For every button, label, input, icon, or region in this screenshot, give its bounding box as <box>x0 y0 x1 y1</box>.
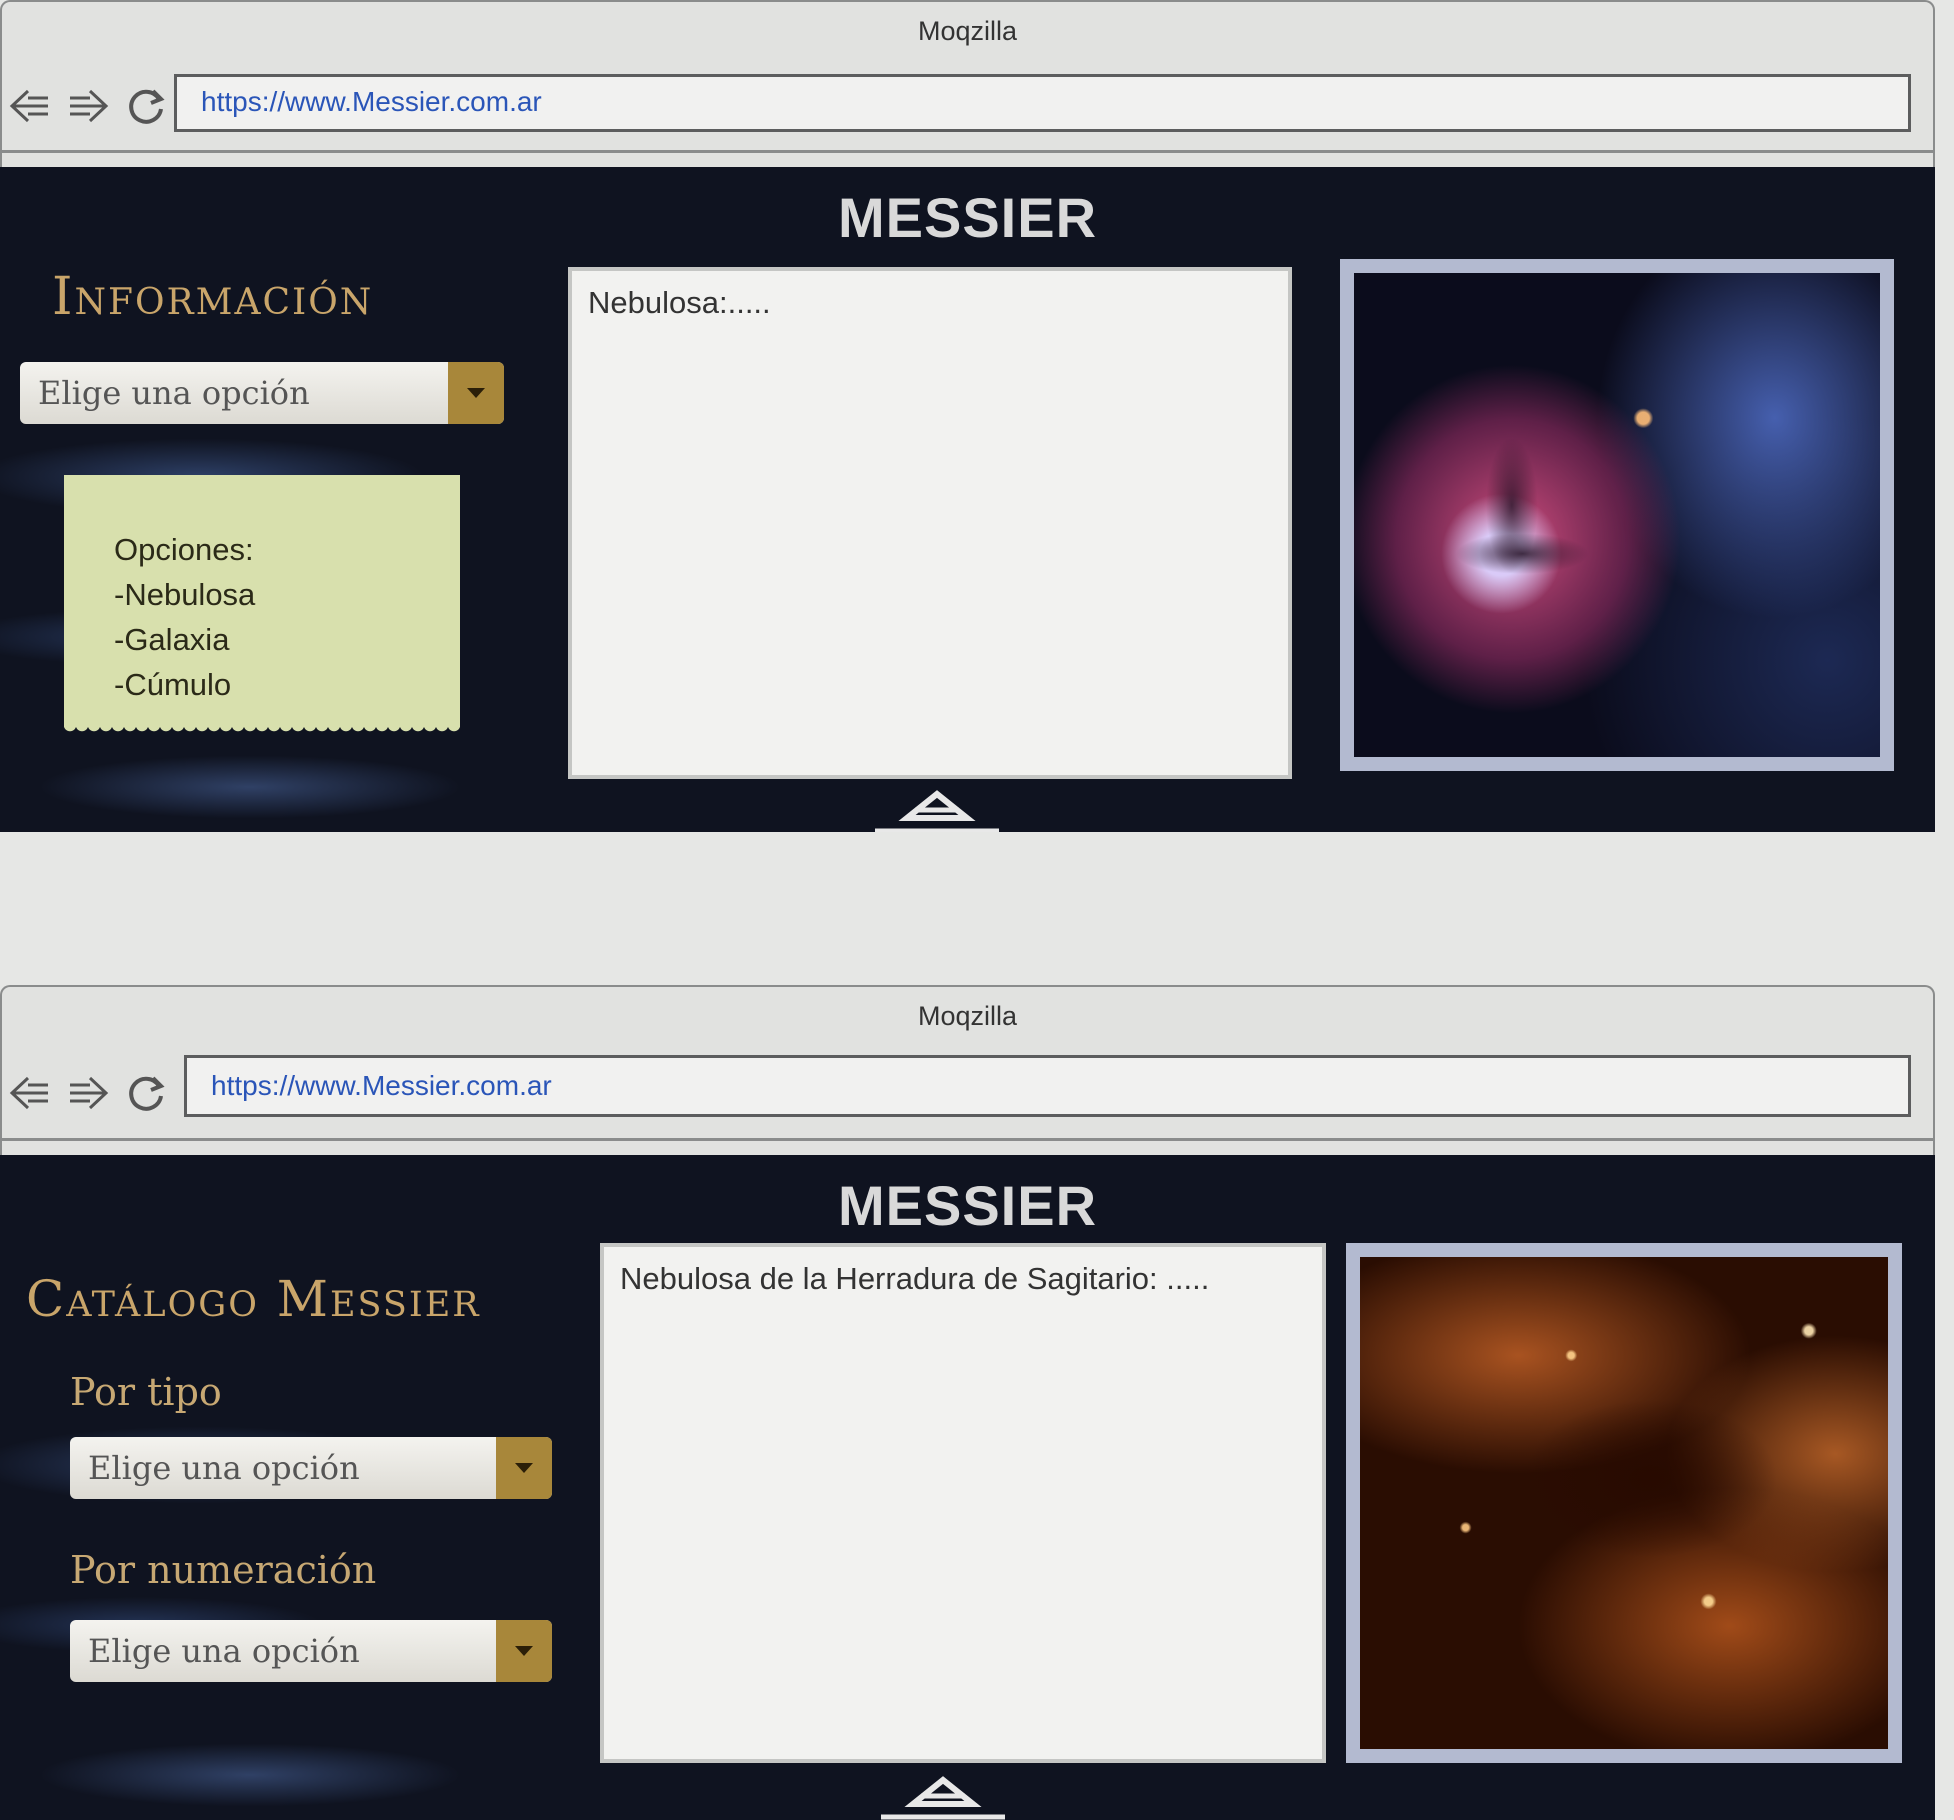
toolbar-divider <box>2 1138 1933 1141</box>
note-line: Opciones: <box>114 532 254 567</box>
scroll-up-icon[interactable] <box>880 1773 1006 1820</box>
browser-window-1: Moqzilla https://www.Messier.com.ar MESS… <box>0 0 1935 832</box>
back-arrow-icon[interactable] <box>6 1069 54 1117</box>
by-type-label: Por tipo <box>70 1370 222 1414</box>
chevron-down-icon[interactable] <box>496 1620 552 1682</box>
forward-arrow-icon[interactable] <box>64 82 112 130</box>
select-value: Elige una opción <box>38 374 310 412</box>
back-arrow-icon[interactable] <box>6 82 54 130</box>
option-select[interactable]: Elige una opción <box>20 362 504 424</box>
site-brand: MESSIER <box>837 186 1098 249</box>
image-frame <box>1346 1243 1902 1763</box>
select-value: Elige una opción <box>88 1449 360 1487</box>
page-content: MESSIER Información Elige una opción Opc… <box>0 167 1935 832</box>
browser-chrome: Moqzilla https://www.Messier.com.ar <box>0 0 1935 167</box>
section-heading: Información <box>52 267 374 327</box>
star-cluster-image <box>1360 1257 1888 1749</box>
nav-controls <box>6 1069 170 1117</box>
nebula-image <box>1354 273 1880 757</box>
scroll-up-icon[interactable] <box>874 787 1000 832</box>
gap-between-windows <box>0 835 1954 985</box>
browser-window-2: Moqzilla https://www.Messier.com.ar MESS… <box>0 985 1935 1820</box>
nav-controls <box>6 82 170 130</box>
window-title: Moqzilla <box>917 16 1018 46</box>
note-torn-edge <box>64 725 460 737</box>
toolbar-divider <box>2 150 1933 153</box>
note-line: -Galaxia <box>114 622 230 657</box>
site-brand: MESSIER <box>837 1174 1098 1237</box>
reload-icon[interactable] <box>122 82 170 130</box>
image-frame <box>1340 259 1894 771</box>
info-textbox[interactable]: Nebulosa:..... <box>568 267 1292 779</box>
forward-arrow-icon[interactable] <box>64 1069 112 1117</box>
address-bar[interactable]: https://www.Messier.com.ar <box>184 1055 1911 1117</box>
chevron-down-icon[interactable] <box>448 362 504 424</box>
reload-icon[interactable] <box>122 1069 170 1117</box>
info-textbox[interactable]: Nebulosa de la Herradura de Sagitario: .… <box>600 1243 1326 1763</box>
section-heading: Catálogo Messier <box>26 1270 481 1328</box>
number-select[interactable]: Elige una opción <box>70 1620 552 1682</box>
note-line: -Nebulosa <box>114 577 256 612</box>
by-number-label: Por numeración <box>70 1548 377 1592</box>
page-content: MESSIER Catálogo Messier Por tipo Elige … <box>0 1155 1935 1820</box>
browser-chrome: Moqzilla https://www.Messier.com.ar <box>0 985 1935 1155</box>
address-bar[interactable]: https://www.Messier.com.ar <box>174 74 1911 132</box>
note-line: -Cúmulo <box>114 667 232 702</box>
type-select[interactable]: Elige una opción <box>70 1437 552 1499</box>
options-note: Opciones: -Nebulosa -Galaxia -Cúmulo <box>64 475 460 737</box>
window-title: Moqzilla <box>917 1001 1018 1031</box>
select-value: Elige una opción <box>88 1632 360 1670</box>
chevron-down-icon[interactable] <box>496 1437 552 1499</box>
